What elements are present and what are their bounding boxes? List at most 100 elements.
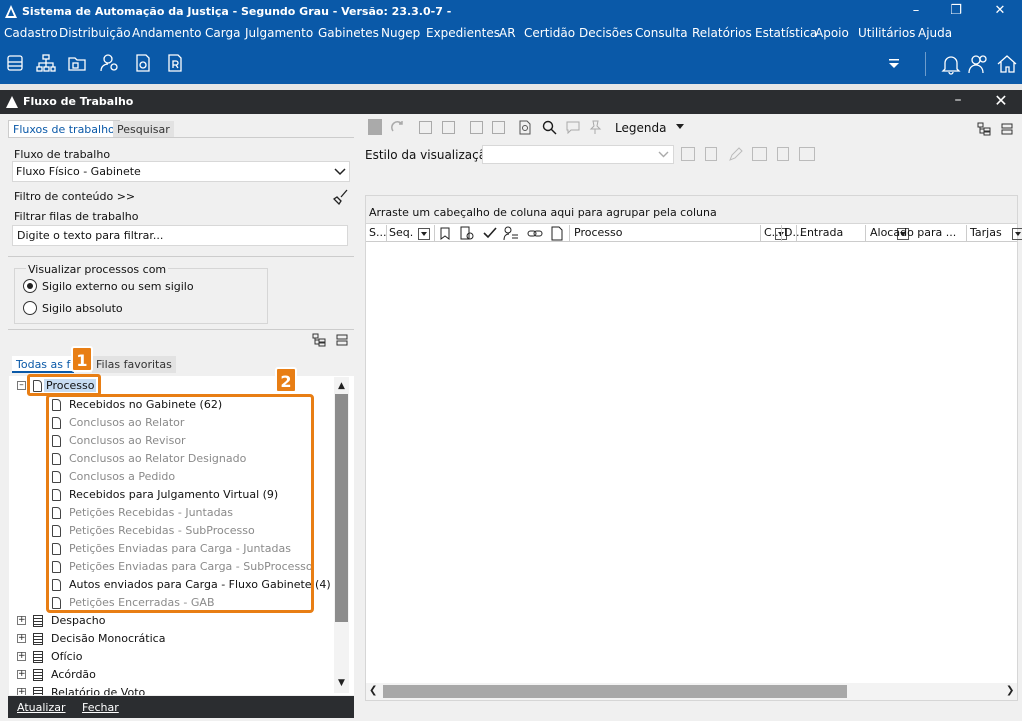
menu-expedientes[interactable]: Expedientes xyxy=(426,26,500,40)
minimize-button[interactable]: – xyxy=(896,0,936,24)
collapse-tree-icon[interactable] xyxy=(335,333,349,347)
menu-relatorios[interactable]: Relatórios xyxy=(692,26,752,40)
col-processo[interactable]: Processo xyxy=(574,225,622,242)
clipboard-style-icon[interactable] xyxy=(777,147,789,161)
menu-decisoes[interactable]: Decisões xyxy=(579,26,633,40)
col-c[interactable]: C... xyxy=(764,225,782,242)
tree-item-relatorio[interactable]: + Relatório de Voto xyxy=(9,684,334,695)
hierarchy-icon[interactable] xyxy=(36,53,56,73)
save-icon[interactable] xyxy=(492,121,505,134)
expand-toggle[interactable]: + xyxy=(17,634,26,643)
lock-icon[interactable] xyxy=(470,121,483,134)
flow-select[interactable]: Fluxo Físico - Gabinete xyxy=(12,161,350,182)
save-style-icon[interactable] xyxy=(681,147,695,161)
col-alocado[interactable]: Alocado para ... xyxy=(870,225,956,242)
checkmark-icon[interactable] xyxy=(483,227,497,240)
flag-icon[interactable] xyxy=(368,119,382,135)
col-entrada[interactable]: Entrada xyxy=(800,225,843,242)
expand-toggle[interactable]: + xyxy=(17,652,26,661)
comment-icon[interactable] xyxy=(566,121,580,134)
tree-scroll-thumb[interactable] xyxy=(335,394,348,622)
grid-hscroll-thumb[interactable] xyxy=(383,685,847,698)
grid-hscrollbar[interactable]: ❮ ❯ xyxy=(366,683,1017,700)
panel-minimize-button[interactable]: – xyxy=(948,92,968,112)
col-s[interactable]: S... xyxy=(369,225,386,242)
tab-filas-favoritas[interactable]: Filas favoritas xyxy=(92,356,176,373)
bell-icon[interactable] xyxy=(940,53,962,75)
documents-search-icon[interactable] xyxy=(460,226,476,241)
tree-item-despacho[interactable]: Despacho xyxy=(33,612,105,629)
content-filter-toggle[interactable]: Filtro de conteúdo >> xyxy=(14,190,135,203)
panel-close-button[interactable]: ✕ xyxy=(990,91,1012,113)
col-alocado-filter-button[interactable] xyxy=(1012,228,1022,240)
folder-icon[interactable] xyxy=(67,53,87,73)
col-seq[interactable]: Seq. xyxy=(389,225,413,242)
export-icon[interactable] xyxy=(752,147,767,161)
tab-fluxos[interactable]: Fluxos de trabalho xyxy=(8,120,120,137)
refresh-icon[interactable] xyxy=(390,120,405,135)
dropdown-icon[interactable] xyxy=(886,55,902,71)
legend-dropdown-icon[interactable] xyxy=(676,124,684,130)
tree-item-label: Decisão Monocrática xyxy=(51,632,166,645)
pin-icon[interactable] xyxy=(588,120,603,135)
menu-apoio[interactable]: Apoio xyxy=(815,26,849,40)
delete-style-icon[interactable] xyxy=(705,147,717,161)
menu-consulta[interactable]: Consulta xyxy=(635,26,688,40)
menu-andamento[interactable]: Andamento xyxy=(132,26,202,40)
menu-certidao[interactable]: Certidão xyxy=(524,26,575,40)
users-icon[interactable] xyxy=(967,53,989,75)
bookmark-icon[interactable] xyxy=(439,227,451,240)
tab-pesquisar[interactable]: Pesquisar xyxy=(113,121,174,138)
expand-tree-icon[interactable] xyxy=(312,333,326,347)
printer-icon[interactable] xyxy=(5,53,25,73)
broom-icon[interactable] xyxy=(333,189,349,205)
user-settings-icon[interactable] xyxy=(100,53,120,73)
menu-cadastro[interactable]: Cadastro xyxy=(4,26,58,40)
radio-sigilo-absoluto[interactable] xyxy=(23,301,37,315)
collapse-grid-icon[interactable] xyxy=(1000,122,1014,136)
expand-toggle[interactable]: + xyxy=(17,616,26,625)
document-search-icon[interactable] xyxy=(518,120,533,135)
expand-toggle[interactable]: + xyxy=(17,670,26,679)
atualizar-button[interactable]: Atualizar xyxy=(17,701,66,714)
home-icon[interactable] xyxy=(996,53,1018,75)
menu-ajuda[interactable]: Ajuda xyxy=(918,26,952,40)
expand-toggle[interactable]: + xyxy=(17,688,26,695)
tab-todas-filas[interactable]: Todas as f xyxy=(12,356,75,373)
menu-distribuicao[interactable]: Distribuição xyxy=(59,26,131,40)
collapse-processo-toggle[interactable]: – xyxy=(17,381,26,390)
tree-scrollbar[interactable]: ▲ ▼ xyxy=(334,377,349,693)
menu-carga[interactable]: Carga xyxy=(205,26,240,40)
flow-value: Fluxo Físico - Gabinete xyxy=(16,165,141,178)
menu-utilitarios[interactable]: Utilitários xyxy=(858,26,915,40)
queue-filter-input[interactable]: Digite o texto para filtrar... xyxy=(12,225,348,246)
expand-grid-icon[interactable] xyxy=(977,122,991,136)
link-icon[interactable] xyxy=(527,227,543,240)
tree-item-decisao[interactable]: Decisão Monocrática xyxy=(33,630,165,647)
menu-gabinetes[interactable]: Gabinetes xyxy=(318,26,379,40)
copy-icon[interactable] xyxy=(442,121,455,134)
col-tarjas[interactable]: Tarjas xyxy=(970,225,1002,242)
close-window-button[interactable]: ✕ xyxy=(980,0,1020,24)
columns-icon[interactable] xyxy=(799,147,815,161)
tree-item-acordao[interactable]: Acórdão xyxy=(33,666,96,683)
tree-item-oficio[interactable]: Ofício xyxy=(33,648,82,665)
document-r-icon[interactable] xyxy=(165,53,185,73)
menu-estatistica[interactable]: Estatística xyxy=(755,26,817,40)
view-style-select[interactable] xyxy=(482,145,674,164)
menu-ar[interactable]: AR xyxy=(499,26,516,40)
menu-julgamento[interactable]: Julgamento xyxy=(245,26,313,40)
check-list-icon[interactable] xyxy=(419,121,432,134)
document-clock-icon[interactable] xyxy=(133,53,153,73)
group-panel[interactable]: Arraste um cabeçalho de coluna aqui para… xyxy=(366,196,1017,224)
edit-icon[interactable] xyxy=(728,147,743,162)
menu-nugep[interactable]: Nugep xyxy=(381,26,420,40)
legend-label[interactable]: Legenda xyxy=(615,121,666,135)
fechar-button[interactable]: Fechar xyxy=(82,701,119,714)
magnifier-icon[interactable] xyxy=(541,119,558,136)
restore-button[interactable]: ❐ xyxy=(936,0,976,24)
col-seq-filter-button[interactable] xyxy=(418,228,430,240)
radio-sigilo-externo[interactable] xyxy=(23,279,37,293)
attachment-icon[interactable] xyxy=(550,226,564,241)
hierarchy-small-icon[interactable] xyxy=(503,226,519,241)
